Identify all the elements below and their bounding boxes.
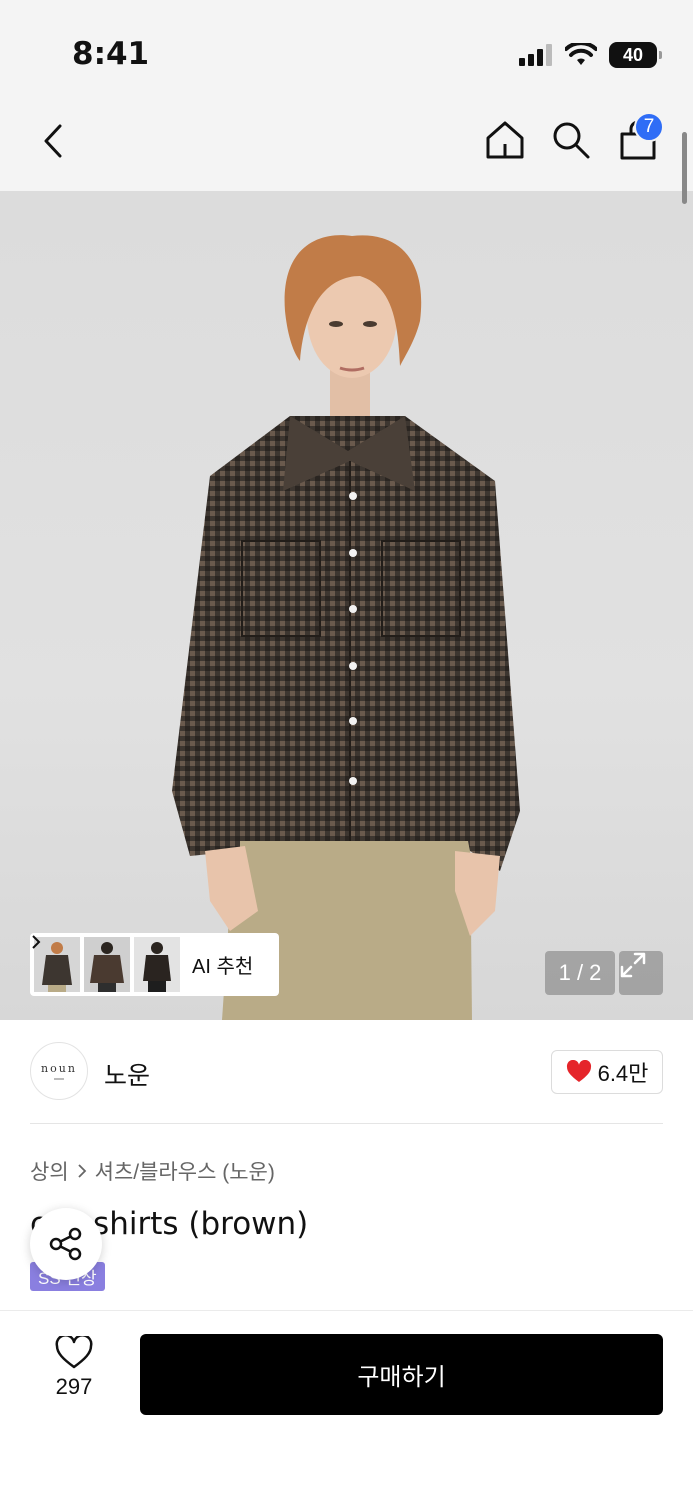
ai-recommend-button[interactable]: AI 추천: [30, 933, 279, 996]
brand-like-count: 6.4만: [597, 1061, 649, 1086]
share-button[interactable]: [30, 1208, 102, 1280]
heart-filled-icon: [566, 1060, 591, 1082]
cart-count-badge: 7: [634, 112, 664, 142]
product-title-text: shirts (brown): [93, 1206, 309, 1242]
wishlist-button[interactable]: 297: [44, 1336, 104, 1416]
buy-button[interactable]: 구매하기: [140, 1334, 663, 1415]
image-page-indicator: 1 / 2: [545, 951, 615, 995]
chevron-right-icon: [32, 935, 41, 949]
status-time: 8:41: [72, 36, 150, 72]
top-navigation: 7: [0, 100, 693, 191]
scrollbar[interactable]: [682, 132, 687, 204]
brand-logo-text: noun: [41, 1062, 77, 1075]
expand-image-button[interactable]: [619, 951, 663, 995]
share-icon: [49, 1227, 82, 1261]
brand-name[interactable]: 노운: [104, 1056, 150, 1092]
status-bar: 8:41 40: [0, 0, 693, 100]
home-icon: [486, 121, 524, 159]
wishlist-count: 297: [55, 1374, 93, 1399]
brand-row: noun 노운 6.4만: [30, 1042, 663, 1102]
product-image-carousel[interactable]: AI 추천 1 / 2: [0, 191, 693, 1020]
expand-icon: [620, 952, 646, 978]
heart-outline-icon: [55, 1336, 93, 1369]
cart-button[interactable]: 7: [616, 112, 664, 162]
product-photo: [172, 235, 520, 1020]
recommend-thumbnail[interactable]: [134, 937, 180, 992]
back-icon: [44, 124, 62, 158]
status-icons: 40: [519, 40, 662, 70]
home-button[interactable]: [484, 118, 526, 162]
ai-recommend-text: AI 추천: [192, 956, 254, 978]
signal-icon: [519, 44, 552, 66]
brand-logo[interactable]: noun: [30, 1042, 88, 1100]
search-button[interactable]: [550, 118, 592, 162]
recommend-thumbnail[interactable]: [84, 937, 130, 992]
battery-indicator: 40: [609, 42, 662, 68]
divider: [30, 1123, 663, 1124]
ai-recommend-label: AI 추천: [32, 935, 254, 979]
chevron-right-icon: [78, 1164, 86, 1178]
brand-like-button[interactable]: 6.4만: [551, 1050, 663, 1094]
back-button[interactable]: [32, 120, 74, 162]
breadcrumb: 상의 셔츠/블라우스 (노운): [30, 1156, 275, 1186]
search-icon: [553, 122, 590, 159]
breadcrumb-item[interactable]: 상의: [30, 1156, 69, 1186]
breadcrumb-item[interactable]: 셔츠/블라우스 (노운): [95, 1156, 275, 1186]
divider: [0, 1310, 693, 1311]
wifi-icon: [565, 43, 597, 65]
